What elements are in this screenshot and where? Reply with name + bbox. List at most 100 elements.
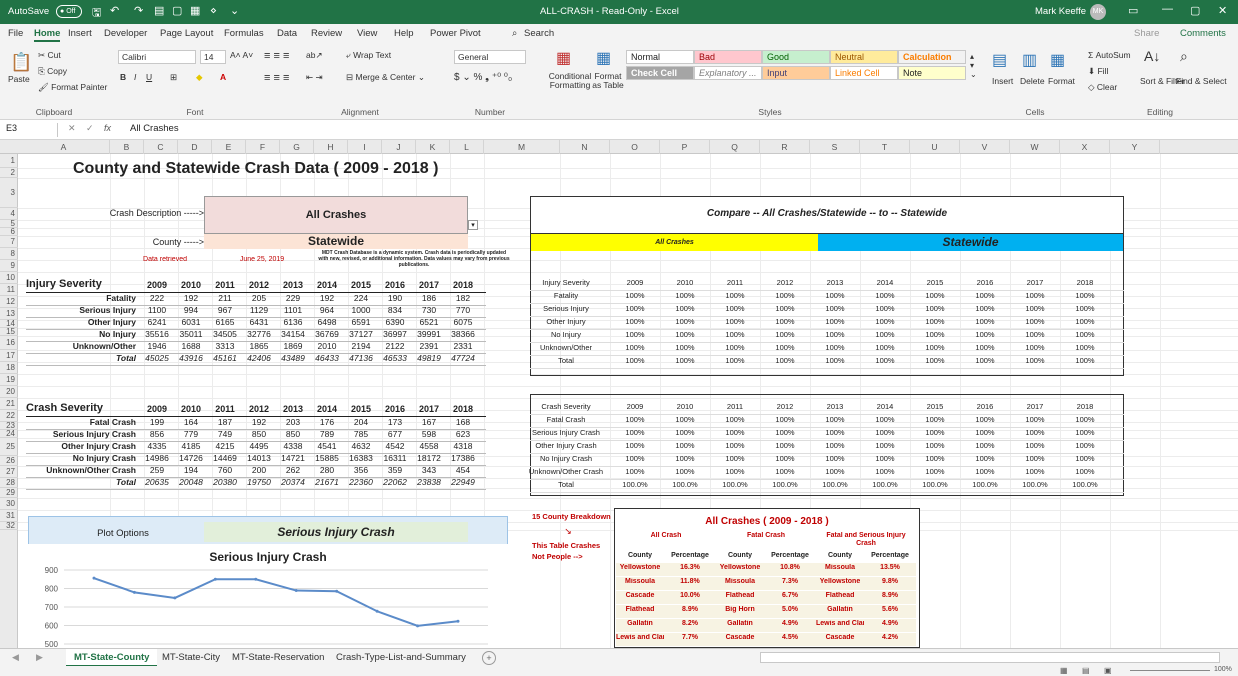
style-note[interactable]: Note: [898, 66, 966, 80]
compare-cell[interactable]: 100%: [760, 356, 810, 365]
breakdown-cell[interactable]: Yellowstone: [816, 578, 864, 585]
compare-cell[interactable]: 100%: [1060, 330, 1110, 339]
compare-cell[interactable]: 100%: [610, 304, 660, 313]
table-cell[interactable]: 34505: [208, 329, 242, 339]
table-cell[interactable]: 343: [412, 465, 446, 475]
compare-cell[interactable]: 2012: [760, 402, 810, 411]
breakdown-cell[interactable]: 5.6%: [864, 606, 916, 613]
compare-cell[interactable]: 2016: [960, 278, 1010, 287]
breakdown-cell[interactable]: Lewis and Clark: [616, 634, 664, 641]
compare-cell[interactable]: 100%: [760, 467, 810, 476]
tab-formulas[interactable]: Formulas: [224, 28, 264, 39]
compare-cell[interactable]: 100%: [960, 330, 1010, 339]
tab-developer[interactable]: Developer: [104, 28, 147, 39]
tab-help[interactable]: Help: [394, 28, 414, 39]
compare-cell[interactable]: 100%: [1060, 415, 1110, 424]
crash-desc-dropdown-icon[interactable]: ▾: [468, 220, 478, 230]
table-cell[interactable]: 785: [344, 429, 378, 439]
breakdown-cell[interactable]: 10.8%: [764, 564, 816, 571]
column-header[interactable]: N: [560, 140, 610, 154]
compare-cell[interactable]: 2018: [1060, 402, 1110, 411]
format-icon[interactable]: ⋄: [210, 4, 217, 17]
column-header[interactable]: R: [760, 140, 810, 154]
table-cell[interactable]: 4632: [344, 441, 378, 451]
compare-cell[interactable]: 100%: [860, 454, 910, 463]
compare-cell[interactable]: 100%: [1060, 454, 1110, 463]
prev-sheet-icon[interactable]: ◀: [12, 652, 19, 663]
table-cell[interactable]: 194: [174, 465, 208, 475]
row-header[interactable]: 24: [0, 430, 18, 438]
table-cell[interactable]: 14469: [208, 453, 242, 463]
table-cell[interactable]: 14013: [242, 453, 276, 463]
breakdown-cell[interactable]: Missoula: [816, 564, 864, 571]
row-header[interactable]: 29: [0, 488, 18, 498]
table-cell[interactable]: 1101: [276, 305, 310, 315]
compare-cell[interactable]: 100%: [610, 454, 660, 463]
compare-cell[interactable]: 100%: [860, 304, 910, 313]
table-cell[interactable]: 22949: [446, 477, 480, 487]
table-cell[interactable]: 4215: [208, 441, 242, 451]
table-cell[interactable]: 15885: [310, 453, 344, 463]
column-header[interactable]: U: [910, 140, 960, 154]
table-cell[interactable]: 192: [242, 417, 276, 427]
table-cell[interactable]: 4541: [310, 441, 344, 451]
style-bad[interactable]: Bad: [694, 50, 762, 64]
compare-cell[interactable]: 100%: [1010, 291, 1060, 300]
compare-cell[interactable]: 100%: [660, 343, 710, 352]
breakdown-cell[interactable]: Yellowstone: [716, 564, 764, 571]
table-cell[interactable]: 850: [276, 429, 310, 439]
compare-cell[interactable]: 100%: [710, 291, 760, 300]
compare-cell[interactable]: 2015: [910, 402, 960, 411]
compare-cell[interactable]: 100.0%: [960, 480, 1010, 489]
compare-cell[interactable]: 100%: [760, 291, 810, 300]
customize-icon[interactable]: ⌄: [230, 4, 239, 17]
table-cell[interactable]: 770: [446, 305, 480, 315]
compare-cell[interactable]: 100%: [960, 356, 1010, 365]
font-name-select[interactable]: Calibri: [118, 50, 196, 64]
column-header[interactable]: E: [212, 140, 246, 154]
breakdown-cell[interactable]: 4.2%: [864, 634, 916, 641]
table-cell[interactable]: 16311: [378, 453, 412, 463]
zoom-level[interactable]: 100%: [1214, 666, 1232, 673]
next-sheet-icon[interactable]: ▶: [36, 652, 43, 663]
table-cell[interactable]: 18172: [412, 453, 446, 463]
copy-button[interactable]: ⎘ Copy: [38, 66, 67, 77]
compare-cell[interactable]: 100%: [1060, 291, 1110, 300]
breakdown-cell[interactable]: Flathead: [716, 592, 764, 599]
table-cell[interactable]: 779: [174, 429, 208, 439]
column-header[interactable]: K: [416, 140, 450, 154]
breakdown-cell[interactable]: Missoula: [616, 578, 664, 585]
breakdown-cell[interactable]: Gallatin: [816, 606, 864, 613]
row-header[interactable]: 32: [0, 522, 18, 530]
copy-icon[interactable]: ▤: [154, 4, 164, 17]
column-header[interactable]: A: [18, 140, 110, 154]
table-cell[interactable]: 203: [276, 417, 310, 427]
table-cell[interactable]: 262: [276, 465, 310, 475]
column-header[interactable]: C: [144, 140, 178, 154]
compare-cell[interactable]: 100%: [810, 304, 860, 313]
table-cell[interactable]: 204: [344, 417, 378, 427]
table-cell[interactable]: 176: [310, 417, 344, 427]
fill-color-icon[interactable]: ◆: [196, 72, 203, 83]
compare-cell[interactable]: 100%: [1060, 441, 1110, 450]
table-cell[interactable]: 200: [242, 465, 276, 475]
compare-cell[interactable]: 100%: [710, 454, 760, 463]
row-header[interactable]: 4: [0, 208, 18, 220]
compare-cell[interactable]: 100%: [1060, 304, 1110, 313]
styles-scroll-icon[interactable]: ▴ ▾ ⌄: [970, 52, 977, 79]
table-cell[interactable]: 168: [446, 417, 480, 427]
table-cell[interactable]: 22062: [378, 477, 412, 487]
row-header[interactable]: 19: [0, 374, 18, 386]
table-cell[interactable]: 34154: [276, 329, 310, 339]
compare-cell[interactable]: 100%: [1010, 330, 1060, 339]
compare-cell[interactable]: 100%: [810, 454, 860, 463]
row-header[interactable]: 18: [0, 362, 18, 374]
fx-icon[interactable]: fx: [104, 123, 111, 133]
style-normal[interactable]: Normal: [626, 50, 694, 64]
compare-cell[interactable]: 100%: [910, 343, 960, 352]
compare-cell[interactable]: 100%: [910, 467, 960, 476]
redo-icon[interactable]: ↷: [134, 4, 143, 17]
column-header[interactable]: S: [810, 140, 860, 154]
table-cell[interactable]: 2391: [412, 341, 446, 351]
compare-cell[interactable]: 100%: [1060, 428, 1110, 437]
